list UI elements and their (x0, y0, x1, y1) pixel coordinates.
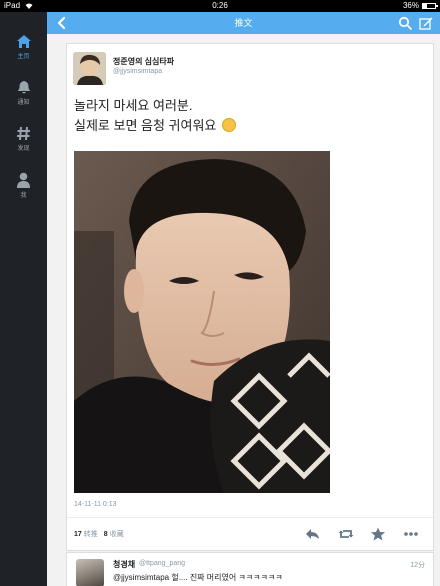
sidebar-item-label: 我 (20, 193, 27, 199)
favorites-stat[interactable]: 8 收藏 (104, 529, 124, 539)
selfie-photo-image (74, 151, 330, 493)
sidebar-item-notifications[interactable]: 通知 (0, 80, 47, 106)
tweet-text: 놀라지 마세요 여러분. 실제로 보면 음청 귀여워요 (74, 96, 424, 136)
tweet-stats: 17 转推 8 收藏 (74, 529, 124, 539)
status-time: 0:26 (212, 1, 228, 10)
person-icon (17, 172, 30, 188)
reply-icon[interactable] (305, 527, 321, 541)
favorites-count: 8 (103, 531, 108, 538)
retweet-icon[interactable] (338, 527, 354, 541)
tweet-text-line-2-text: 실제로 보면 음청 귀여워요 (74, 118, 217, 133)
reply-author-avatar[interactable] (76, 559, 104, 586)
bell-icon (17, 81, 30, 94)
battery-percent: 36% (402, 1, 419, 10)
tweet-photo[interactable] (74, 151, 330, 493)
hashtag-icon (17, 126, 30, 141)
sidebar-item-home[interactable]: 主页 (0, 34, 47, 60)
sidebar-item-label: 发现 (17, 146, 30, 152)
smiling-emoji-icon (222, 118, 237, 132)
sidebar: 主页 通知 发现 我 (0, 12, 47, 586)
sidebar-item-label: 通知 (17, 100, 30, 106)
author-handle[interactable]: @jjysimsimtapa (113, 68, 162, 75)
sidebar-item-discover[interactable]: 发现 (0, 126, 47, 152)
battery-fill (423, 4, 428, 8)
tweet-text-line-2: 실제로 보면 음청 귀여워요 (74, 116, 424, 136)
reply-tweet[interactable]: 청경채 @ttpang_pang 12分 @jjysimsimtapa 헐...… (66, 552, 434, 586)
reply-author-name[interactable]: 청경채 (113, 559, 135, 570)
reply-timestamp: 12分 (410, 562, 425, 569)
page-title: 推文 (234, 18, 253, 28)
more-options-icon[interactable] (403, 527, 419, 541)
avatar-image (73, 52, 106, 85)
retweets-label: 转推 (83, 531, 98, 538)
divider (67, 517, 433, 518)
status-bar: iPad 0:26 36% (0, 0, 440, 12)
sidebar-item-label: 主页 (17, 54, 30, 60)
reply-author-handle[interactable]: @ttpang_pang (139, 560, 185, 567)
tweet-card: 정준영의 심심타파 @jjysimsimtapa 놀라지 마세요 여러분. 실제… (66, 43, 434, 551)
search-icon[interactable] (398, 16, 412, 30)
status-right: 36% (402, 0, 438, 12)
home-icon (16, 35, 31, 48)
compose-icon[interactable] (419, 16, 433, 30)
retweets-count: 17 (74, 531, 82, 538)
tweet-timestamp: 14-11-11 0:13 (74, 501, 117, 508)
favorites-label: 收藏 (109, 531, 124, 538)
top-navbar: 推文 (47, 12, 440, 34)
reply-text: @jjysimsimtapa 헐.... 진짜 머리였어 ㅋㅋㅋㅋㅋㅋ (113, 573, 283, 582)
author-avatar[interactable] (73, 52, 106, 85)
sidebar-item-me[interactable]: 我 (0, 172, 47, 199)
tweet-text-line-1: 놀라지 마세요 여러분. (74, 98, 193, 113)
battery-icon (422, 3, 438, 9)
author-name[interactable]: 정준영의 심심타파 (113, 56, 174, 67)
retweets-stat[interactable]: 17 转推 (74, 529, 98, 539)
favorite-star-icon[interactable] (370, 527, 386, 541)
